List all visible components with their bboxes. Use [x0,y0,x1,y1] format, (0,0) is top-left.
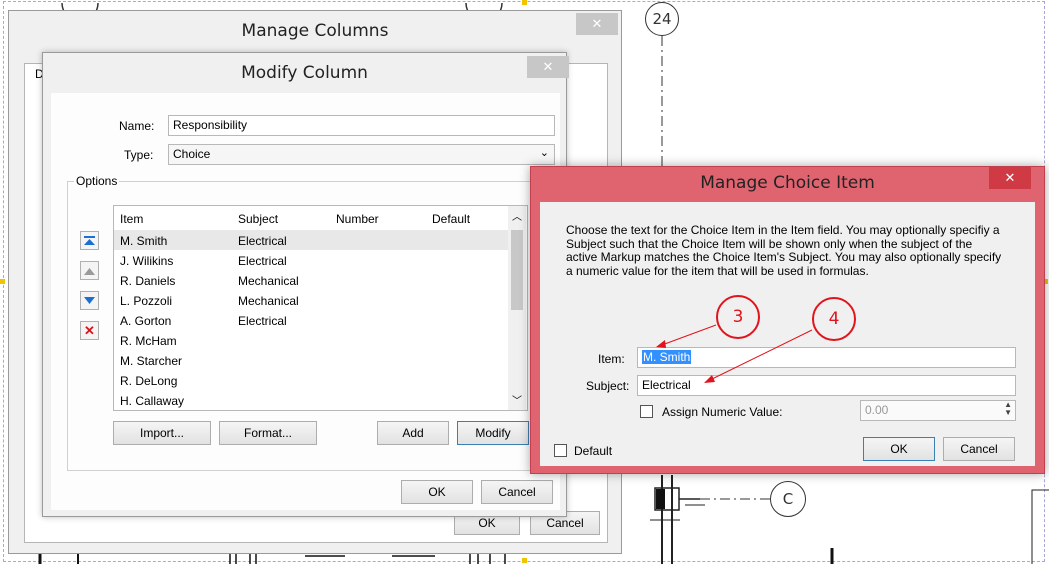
annotation-circle-4: 4 [812,297,856,341]
annotation-arrows [656,324,813,383]
annotation-circle-3: 3 [716,295,760,339]
